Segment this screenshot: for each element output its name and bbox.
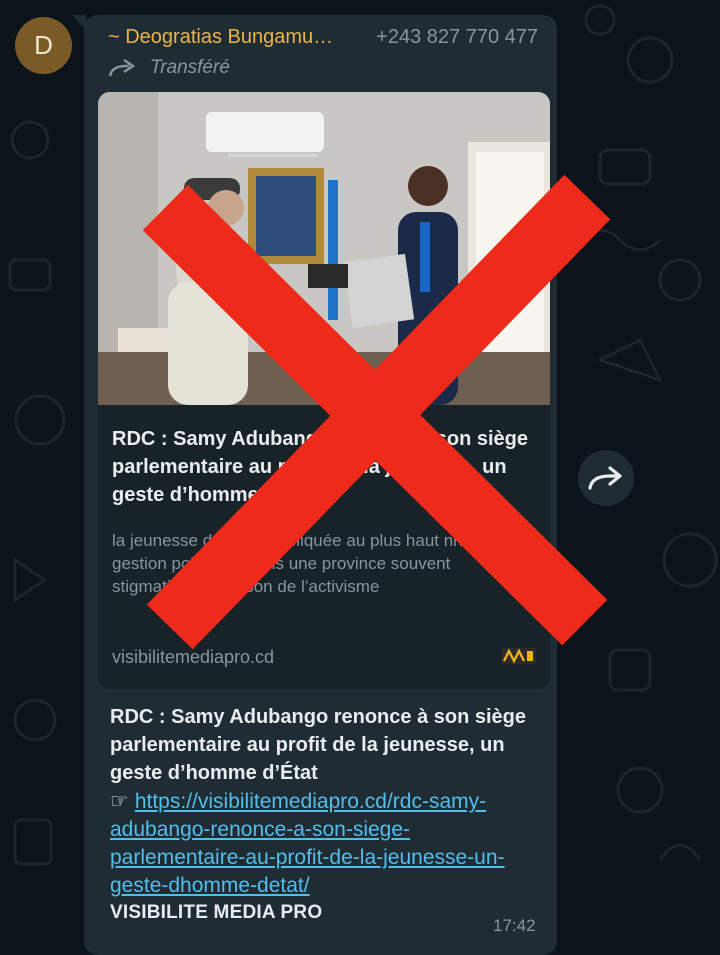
forwarded-text: Transféré: [150, 57, 230, 78]
sender-avatar[interactable]: D: [15, 17, 72, 74]
preview-photo[interactable]: [98, 92, 550, 405]
forwarded-arrow-icon: [108, 58, 136, 77]
message-link-row: ☞ https://visibilitemediapro.cd/rdc-samy-…: [110, 788, 540, 900]
message-title: RDC : Samy Adubango renonce à son siège …: [110, 706, 527, 784]
message-source: VISIBILITE MEDIA PRO: [110, 902, 323, 923]
site-logo-icon: [502, 648, 536, 664]
pointing-hand-icon: ☞: [110, 790, 129, 813]
link-preview-card[interactable]: RDC : Samy Adubango renonce à son siège …: [98, 92, 550, 689]
article-link[interactable]: https://visibilitemediapro.cd/rdc-samy-a…: [110, 790, 505, 897]
sender-name[interactable]: ~ Deogratias Bungamu…: [108, 26, 333, 52]
share-forward-button[interactable]: [578, 450, 634, 506]
preview-description: la jeunesse doit être impliquée au plus …: [112, 531, 536, 596]
preview-title[interactable]: RDC : Samy Adubango renonce à son siège …: [112, 425, 532, 509]
sender-phone: +243 827 770 477: [376, 26, 538, 48]
message-time: 17:42: [493, 916, 536, 935]
sender-header: ~ Deogratias Bungamu… +243 827 770 477: [108, 26, 538, 52]
avatar-letter: D: [34, 30, 53, 60]
preview-domain: visibilitemediapro.cd: [112, 647, 275, 667]
forwarded-label: Transféré: [108, 56, 230, 80]
share-forward-icon: [588, 466, 622, 490]
